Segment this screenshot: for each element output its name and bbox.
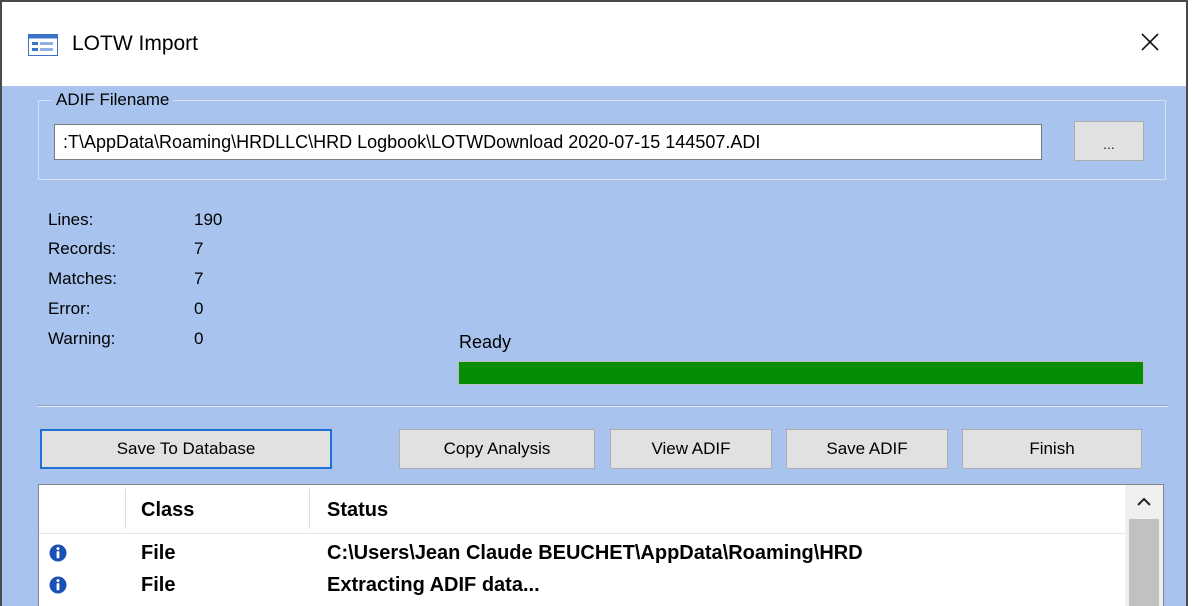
column-header-icon[interactable] [49, 485, 119, 533]
warning-label: Warning: [48, 329, 116, 348]
row-status: Extracting ADIF data... [327, 574, 540, 596]
lotw-import-dialog: LOTW Import ADIF Filename :T\AppData\Roa… [0, 0, 1188, 606]
adif-filename-label: ADIF Filename [52, 90, 174, 110]
error-value: 0 [194, 299, 204, 318]
column-header-class[interactable]: Class [141, 485, 194, 533]
records-label: Records: [48, 239, 117, 258]
results-grid[interactable]: Class Status File C:\Users\Jean Claude B… [38, 484, 1164, 606]
finish-button[interactable]: Finish [962, 429, 1142, 469]
column-divider[interactable] [309, 489, 310, 529]
error-label: Error: [48, 299, 91, 318]
column-divider[interactable] [125, 489, 126, 529]
copy-analysis-button[interactable]: Copy Analysis [399, 429, 595, 469]
column-header-status[interactable]: Status [327, 485, 388, 533]
warning-value: 0 [194, 329, 204, 348]
adif-filename-field[interactable]: :T\AppData\Roaming\HRDLLC\HRD Logbook\LO… [54, 124, 1042, 160]
view-adif-button[interactable]: View ADIF [610, 429, 772, 469]
table-row[interactable]: File Extracting ADIF data... [39, 569, 1125, 601]
chevron-up-icon[interactable] [1125, 485, 1163, 519]
progress-status: Ready [459, 332, 512, 352]
table-row[interactable]: File C:\Users\Jean Claude BEUCHET\AppDat… [39, 537, 1125, 569]
save-to-database-button[interactable]: Save To Database [40, 429, 332, 469]
row-class: File [141, 574, 176, 596]
scrollbar-thumb[interactable] [1129, 519, 1159, 606]
lines-label: Lines: [48, 210, 94, 229]
row-status: C:\Users\Jean Claude BEUCHET\AppData\Roa… [327, 542, 863, 564]
info-icon [49, 544, 67, 562]
separator [38, 405, 1168, 407]
grid-header: Class Status [39, 485, 1125, 534]
info-icon [49, 576, 67, 594]
form-window-icon [28, 34, 58, 56]
window-title: LOTW Import [72, 32, 199, 55]
matches-label: Matches: [48, 269, 117, 288]
matches-value: 7 [194, 269, 204, 288]
lines-value: 190 [194, 210, 223, 229]
vertical-scrollbar[interactable] [1125, 485, 1163, 606]
browse-button[interactable]: ... [1074, 121, 1144, 161]
close-icon[interactable] [1132, 24, 1168, 60]
row-class: File [141, 542, 176, 564]
title-bar[interactable]: LOTW Import [2, 2, 1186, 86]
progress-bar [458, 361, 1144, 385]
save-adif-button[interactable]: Save ADIF [786, 429, 948, 469]
records-value: 7 [194, 239, 204, 258]
progress-fill [459, 362, 1143, 384]
